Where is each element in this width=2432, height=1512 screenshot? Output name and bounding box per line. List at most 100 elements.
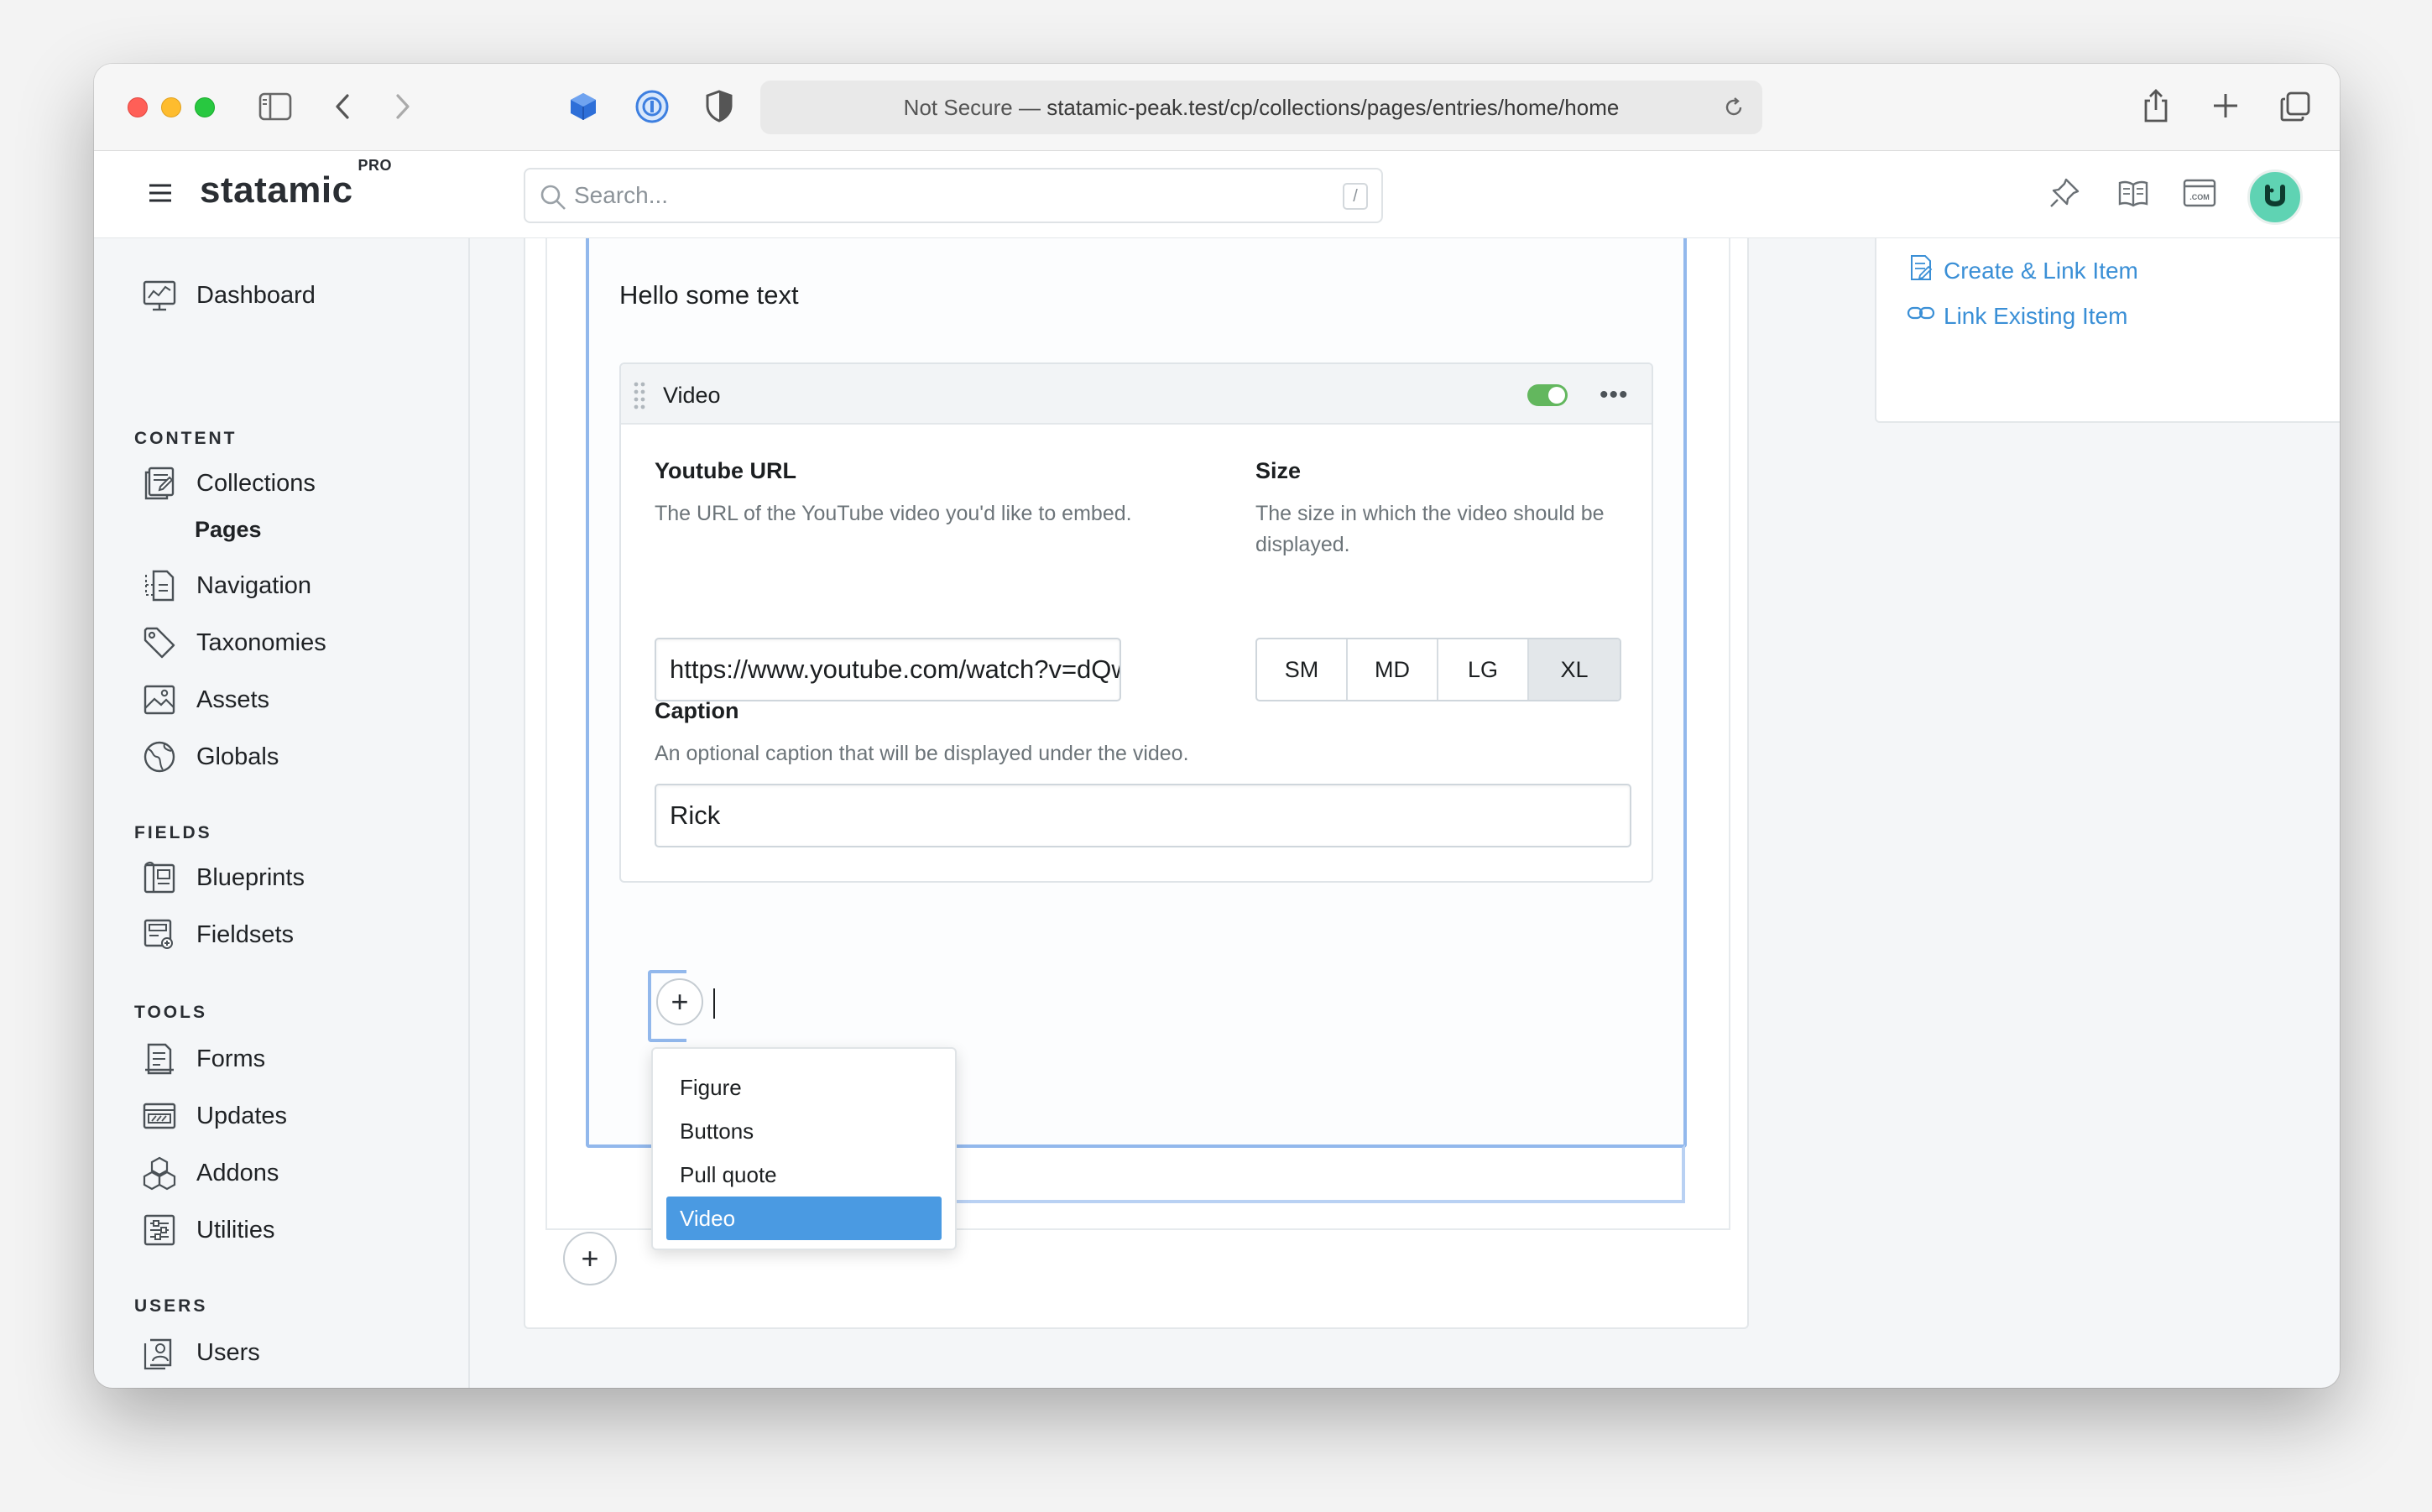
users-icon [141, 1334, 178, 1371]
caption-input[interactable]: Rick [655, 784, 1631, 847]
search-input[interactable]: Search... / [524, 168, 1383, 223]
tab-overview-icon[interactable] [2279, 91, 2311, 123]
sidebar-item-fieldsets[interactable]: Fieldsets [141, 916, 294, 953]
sidebar-label-collections: Collections [196, 469, 316, 497]
extension-cube-icon[interactable] [567, 91, 599, 123]
back-icon[interactable] [332, 92, 352, 121]
size-button-group: SM MD LG XL [1255, 638, 1621, 701]
reload-icon[interactable] [1722, 96, 1746, 125]
size-option-xl[interactable]: XL [1529, 639, 1620, 700]
sidebar-toggle-icon[interactable] [258, 92, 292, 121]
set-option-pull-quote[interactable]: Pull quote [666, 1153, 942, 1197]
search-shortcut-badge: / [1343, 183, 1368, 210]
sidebar-item-taxonomies[interactable]: Taxonomies [141, 624, 326, 661]
size-option-md[interactable]: MD [1348, 639, 1438, 700]
sidebar-item-navigation[interactable]: Navigation [141, 567, 311, 604]
sidebar-item-assets[interactable]: Assets [141, 681, 269, 718]
link-icon [1907, 299, 1935, 333]
sidebar-item-globals[interactable]: Globals [141, 738, 279, 775]
shield-icon[interactable] [705, 89, 733, 123]
set-option-figure[interactable]: Figure [666, 1066, 942, 1109]
sidebar-item-collections[interactable]: Collections [141, 465, 316, 502]
caption-label: Caption [655, 698, 739, 723]
create-link-item-link[interactable]: Create & Link Item [1907, 253, 2138, 288]
add-set-button[interactable]: + [656, 978, 703, 1025]
svg-text:.COM: .COM [2189, 193, 2210, 201]
sidebar-label-utilities: Utilities [196, 1216, 275, 1243]
set-picker-dropdown: Figure Buttons Pull quote Video [651, 1047, 957, 1250]
sidebar-item-users[interactable]: Users [141, 1334, 260, 1371]
tag-icon [141, 624, 178, 661]
blueprint-icon [141, 859, 178, 896]
sidebar-label-blueprints: Blueprints [196, 863, 305, 891]
security-label: Not Secure — [903, 94, 1041, 120]
dashboard-icon [141, 277, 178, 314]
set-option-video[interactable]: Video [666, 1197, 942, 1240]
sidebar-item-dashboard[interactable]: Dashboard [141, 277, 316, 314]
sidebar-item-utilities[interactable]: Utilities [141, 1212, 274, 1249]
addons-boxes-icon [141, 1155, 178, 1191]
url-text: statamic-peak.test/cp/collections/pages/… [1046, 94, 1620, 120]
pin-icon[interactable] [2048, 176, 2081, 214]
address-bar[interactable]: Not Secure — statamic-peak.test/cp/colle… [760, 81, 1762, 134]
set-option-buttons[interactable]: Buttons [666, 1109, 942, 1153]
brand-name: statamic [200, 169, 353, 211]
more-options-icon[interactable]: ••• [1600, 381, 1629, 409]
fieldset-icon [141, 916, 178, 953]
close-window-button[interactable] [128, 97, 148, 117]
browser-window: Not Secure — statamic-peak.test/cp/colle… [94, 64, 2340, 1388]
sidebar-item-forms[interactable]: Forms [141, 1040, 265, 1077]
sidebar-label-navigation: Navigation [196, 571, 312, 599]
set-header: Video ••• [621, 364, 1652, 425]
sidebar-label-dashboard: Dashboard [196, 281, 316, 309]
section-tools: TOOLS [134, 1003, 207, 1022]
sidebar-label-addons: Addons [196, 1159, 279, 1186]
size-option-sm[interactable]: SM [1257, 639, 1348, 700]
search-placeholder: Search... [574, 182, 669, 208]
navigation-icon [141, 567, 178, 604]
section-fields: FIELDS [134, 823, 212, 842]
brand-badge: PRO [357, 157, 393, 175]
paragraph-text[interactable]: Hello some text [619, 280, 799, 310]
section-users: USERS [134, 1296, 208, 1316]
set-enabled-toggle[interactable] [1527, 384, 1568, 406]
share-icon[interactable] [2142, 87, 2170, 124]
password-manager-icon[interactable] [634, 89, 670, 124]
create-link-item-label: Create & Link Item [1944, 257, 2138, 284]
link-existing-item-link[interactable]: Link Existing Item [1907, 299, 2127, 333]
add-block-button[interactable]: + [563, 1232, 617, 1285]
sidebar-item-blueprints[interactable]: Blueprints [141, 859, 305, 896]
updates-icon [141, 1098, 178, 1134]
form-icon [141, 1040, 178, 1077]
menu-icon[interactable] [148, 183, 173, 207]
sidebar-item-updates[interactable]: Updates [141, 1098, 287, 1134]
app-header: statamicPRO Search... / .COM [94, 151, 2340, 238]
caption-help: An optional caption that will be display… [655, 742, 1189, 765]
size-help: The size in which the video should be di… [1255, 502, 1605, 556]
sidebar-label-forms: Forms [196, 1045, 266, 1072]
brand-logo[interactable]: statamicPRO [200, 157, 392, 211]
user-avatar[interactable] [2247, 169, 2303, 225]
collections-icon [141, 465, 178, 502]
youtube-url-input[interactable]: https://www.youtube.com/watch?v=dQw4w9Wg… [655, 638, 1121, 701]
new-tab-icon[interactable] [2212, 92, 2239, 119]
bard-editor-lower-edge [864, 1144, 1685, 1203]
browser-toolbar: Not Secure — statamic-peak.test/cp/colle… [94, 64, 2340, 151]
docs-book-icon[interactable] [2116, 176, 2150, 214]
globe-icon [141, 738, 178, 775]
link-existing-item-label: Link Existing Item [1944, 302, 2128, 329]
sidebar-label-fieldsets: Fieldsets [196, 920, 295, 948]
sidebar-item-addons[interactable]: Addons [141, 1155, 279, 1191]
sidebar: Dashboard CONTENT Collections Pages Navi… [94, 238, 470, 1388]
drag-handle-icon[interactable] [631, 379, 648, 415]
view-site-icon[interactable]: .COM [2182, 176, 2217, 214]
image-icon [141, 681, 178, 718]
sidebar-item-pages[interactable]: Pages [195, 517, 262, 543]
minimize-window-button[interactable] [161, 97, 181, 117]
forward-icon[interactable] [393, 92, 413, 121]
text-caret [713, 988, 715, 1019]
maximize-window-button[interactable] [195, 97, 215, 117]
sidebar-label-globals: Globals [196, 743, 279, 770]
sidebar-label-taxonomies: Taxonomies [196, 628, 326, 656]
size-option-lg[interactable]: LG [1438, 639, 1529, 700]
